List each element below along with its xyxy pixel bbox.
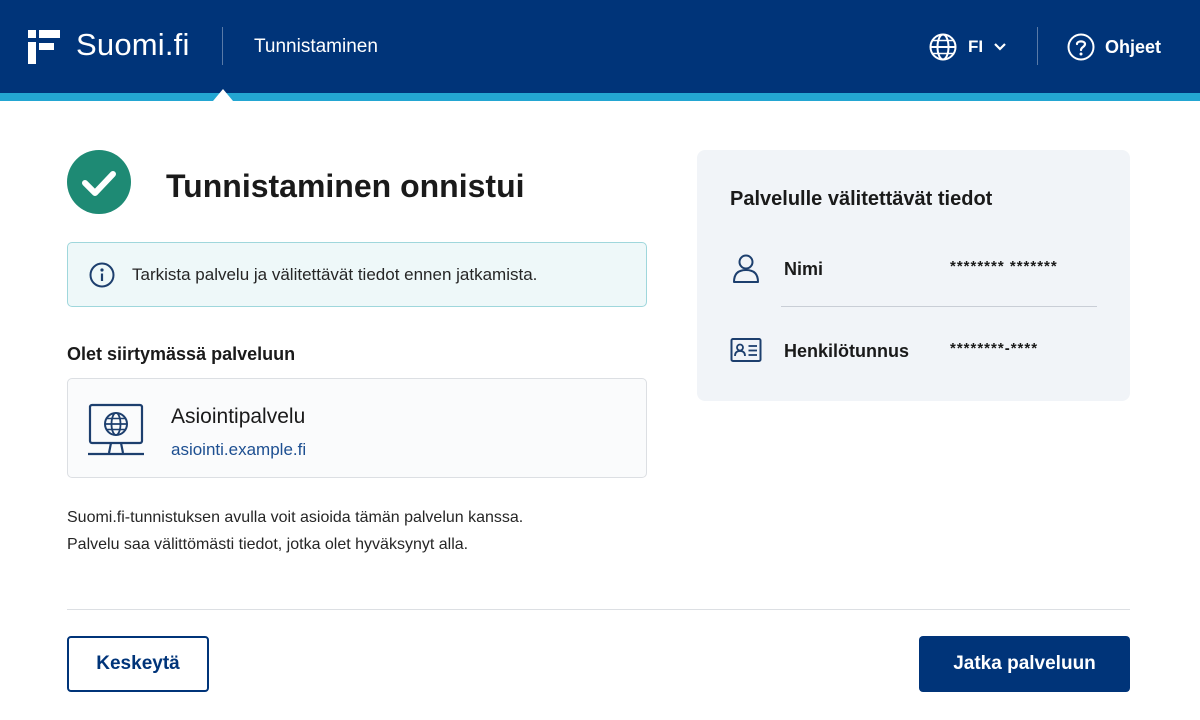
language-selector[interactable]: FI	[928, 30, 1007, 64]
data-row-value: ********-****	[950, 340, 1039, 357]
transferred-data-panel: Palvelulle välitettävät tiedot Nimi ****…	[697, 150, 1130, 401]
header-accent-bar	[0, 93, 1200, 101]
header-service-title: Tunnistaminen	[254, 36, 378, 57]
section-label: Olet siirtymässä palveluun	[67, 344, 296, 364]
data-row-label: Henkilötunnus	[784, 341, 909, 361]
header-notch	[213, 89, 233, 101]
service-name: Asiointipalvelu	[171, 405, 306, 428]
description-line: Palvelu saa välittömästi tiedot, jotka o…	[67, 536, 469, 553]
info-icon	[89, 262, 115, 287]
help-icon	[1067, 33, 1095, 61]
header-divider	[1037, 27, 1038, 65]
chevron-down-icon	[994, 43, 1006, 51]
brand-name[interactable]: Suomi.fi	[76, 27, 190, 63]
help-label: Ohjeet	[1105, 36, 1162, 57]
panel-divider	[781, 306, 1097, 307]
success-check-icon	[67, 150, 131, 214]
footer-divider	[67, 609, 1130, 610]
id-card-icon	[730, 338, 762, 362]
page-title: Tunnistaminen onnistui	[166, 168, 525, 204]
cancel-button[interactable]: Keskeytä	[67, 636, 209, 692]
data-row-label: Nimi	[784, 259, 824, 279]
globe-icon	[929, 33, 957, 61]
header-divider	[222, 27, 223, 65]
suomi-fi-logo-icon	[28, 30, 60, 64]
language-code: FI	[968, 37, 984, 56]
help-link[interactable]: Ohjeet	[1067, 30, 1161, 64]
continue-button[interactable]: Jatka palveluun	[919, 636, 1130, 692]
service-url-link[interactable]: asiointi.example.fi	[171, 440, 306, 460]
description-line: Suomi.fi-tunnistuksen avulla voit asioid…	[67, 509, 524, 526]
info-text: Tarkista palvelu ja välitettävät tiedot …	[132, 264, 538, 284]
data-row-value: ******** *******	[950, 258, 1058, 275]
service-card: Asiointipalvelu asiointi.example.fi	[67, 378, 647, 478]
computer-globe-icon	[88, 403, 144, 456]
info-notice: Tarkista palvelu ja välitettävät tiedot …	[67, 242, 647, 307]
person-icon	[733, 254, 759, 283]
top-header: Suomi.fi Tunnistaminen FI Ohjeet	[0, 0, 1200, 93]
description: Suomi.fi-tunnistuksen avulla voit asioid…	[67, 504, 523, 558]
panel-title: Palvelulle välitettävät tiedot	[730, 188, 993, 210]
